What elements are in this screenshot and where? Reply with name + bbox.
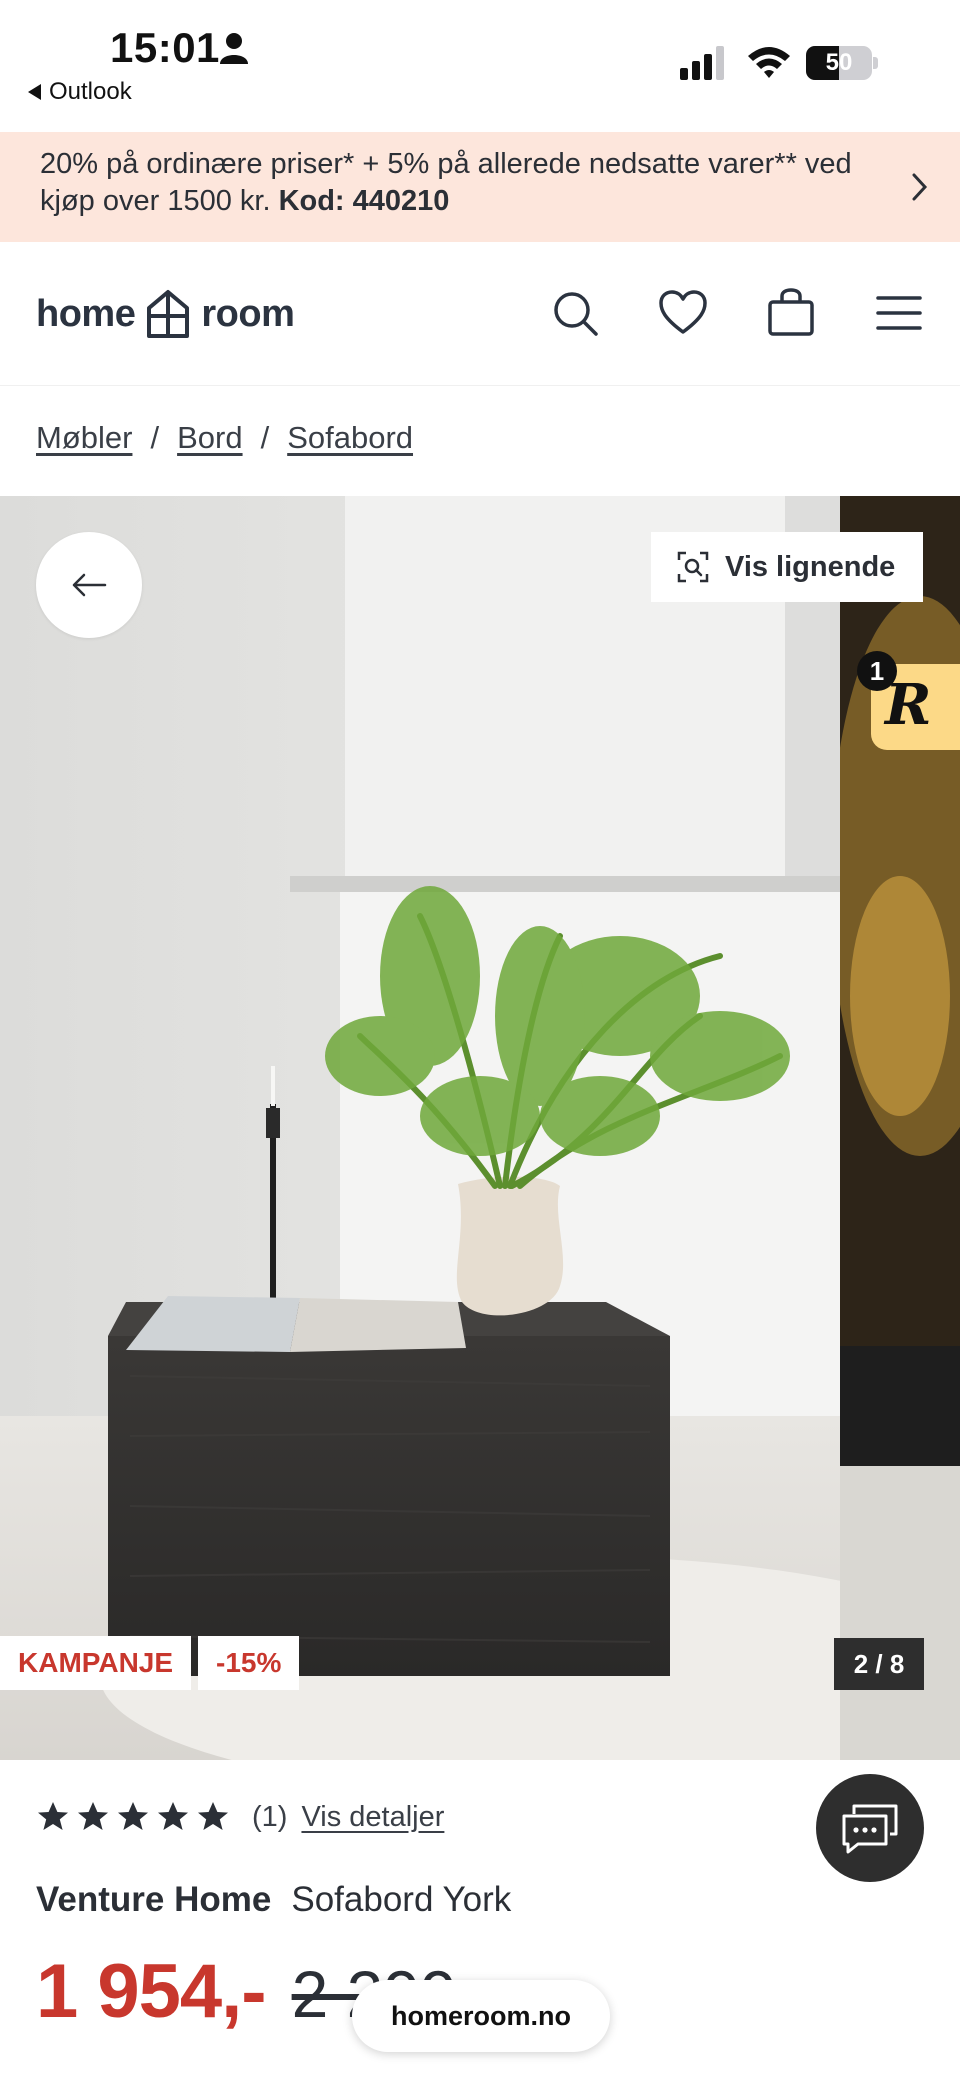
bag-icon	[768, 288, 814, 336]
cellular-signal-icon	[680, 46, 724, 80]
similar-products-button[interactable]: Vis lignende	[651, 532, 923, 602]
promo-banner[interactable]: 20% på ordinære priser* + 5% på allerede…	[0, 132, 960, 242]
logo-text-right: room	[201, 292, 295, 335]
chevron-right-icon	[912, 173, 928, 201]
star-icon	[38, 1802, 68, 1830]
product-photo	[0, 496, 840, 1760]
wifi-icon	[748, 47, 790, 78]
star-icon	[198, 1802, 228, 1830]
search-icon	[554, 292, 598, 336]
browser-url-bar[interactable]: homeroom.no	[352, 1980, 610, 2052]
wishlist-button[interactable]	[656, 286, 710, 340]
campaign-badge: KAMPANJE	[0, 1636, 192, 1690]
promo-text: 20% på ordinære priser* + 5% på allerede…	[40, 146, 860, 220]
promo-code: Kod: 440210	[278, 185, 450, 217]
status-bar: 15:01 Outlook 50	[0, 0, 960, 132]
heart-icon	[659, 290, 707, 334]
product-gallery[interactable]: Vis lignende R 1 KAMPANJE -15% 2 / 8	[0, 496, 960, 1760]
chat-icon	[842, 1804, 898, 1854]
product-brand[interactable]: Venture Home	[36, 1880, 271, 1920]
search-button[interactable]	[548, 286, 602, 340]
breadcrumb-separator: /	[260, 420, 270, 455]
logo-text-left: home	[36, 292, 136, 335]
back-app-label: Outlook	[49, 78, 132, 105]
breadcrumb: Møbler / Bord / Sofabord	[36, 420, 413, 456]
house-logo-icon	[147, 290, 190, 338]
gallery-back-button[interactable]	[36, 532, 142, 638]
back-to-app-link[interactable]: Outlook	[28, 78, 132, 106]
site-header: home room	[0, 242, 960, 386]
menu-icon	[876, 296, 922, 330]
product-title: Venture Home Sofabord York	[36, 1880, 511, 1920]
reviews-count-badge: 1	[857, 651, 897, 691]
arrow-left-icon	[72, 573, 107, 597]
visual-search-icon	[677, 551, 709, 583]
menu-button[interactable]	[872, 286, 926, 340]
chat-button[interactable]	[816, 1774, 924, 1882]
star-icon	[78, 1802, 108, 1830]
breadcrumb-link-mobler[interactable]: Møbler	[36, 420, 132, 456]
battery-level: 50	[825, 49, 853, 76]
person-icon	[220, 33, 248, 64]
rating-count: (1)	[252, 1800, 288, 1833]
product-name: Sofabord York	[291, 1880, 512, 1919]
view-details-link[interactable]: Vis detaljer	[301, 1801, 444, 1834]
current-price: 1 954,-	[36, 1949, 267, 2034]
star-icon	[118, 1802, 148, 1830]
discount-badge: -15%	[198, 1636, 300, 1690]
product-rating: (1) Vis detaljer	[36, 1800, 444, 1834]
site-logo[interactable]: home room	[36, 286, 295, 342]
status-time: 15:01	[110, 24, 220, 71]
battery-indicator: 50	[806, 46, 878, 80]
rating-stars	[36, 1800, 230, 1834]
star-icon	[158, 1802, 188, 1830]
gallery-counter: 2 / 8	[834, 1638, 924, 1690]
similar-products-label: Vis lignende	[725, 550, 896, 583]
breadcrumb-link-bord[interactable]: Bord	[177, 420, 242, 456]
back-triangle-icon	[28, 84, 41, 100]
breadcrumb-link-sofabord[interactable]: Sofabord	[287, 420, 413, 456]
cart-button[interactable]	[764, 286, 818, 340]
breadcrumb-separator: /	[150, 420, 160, 455]
